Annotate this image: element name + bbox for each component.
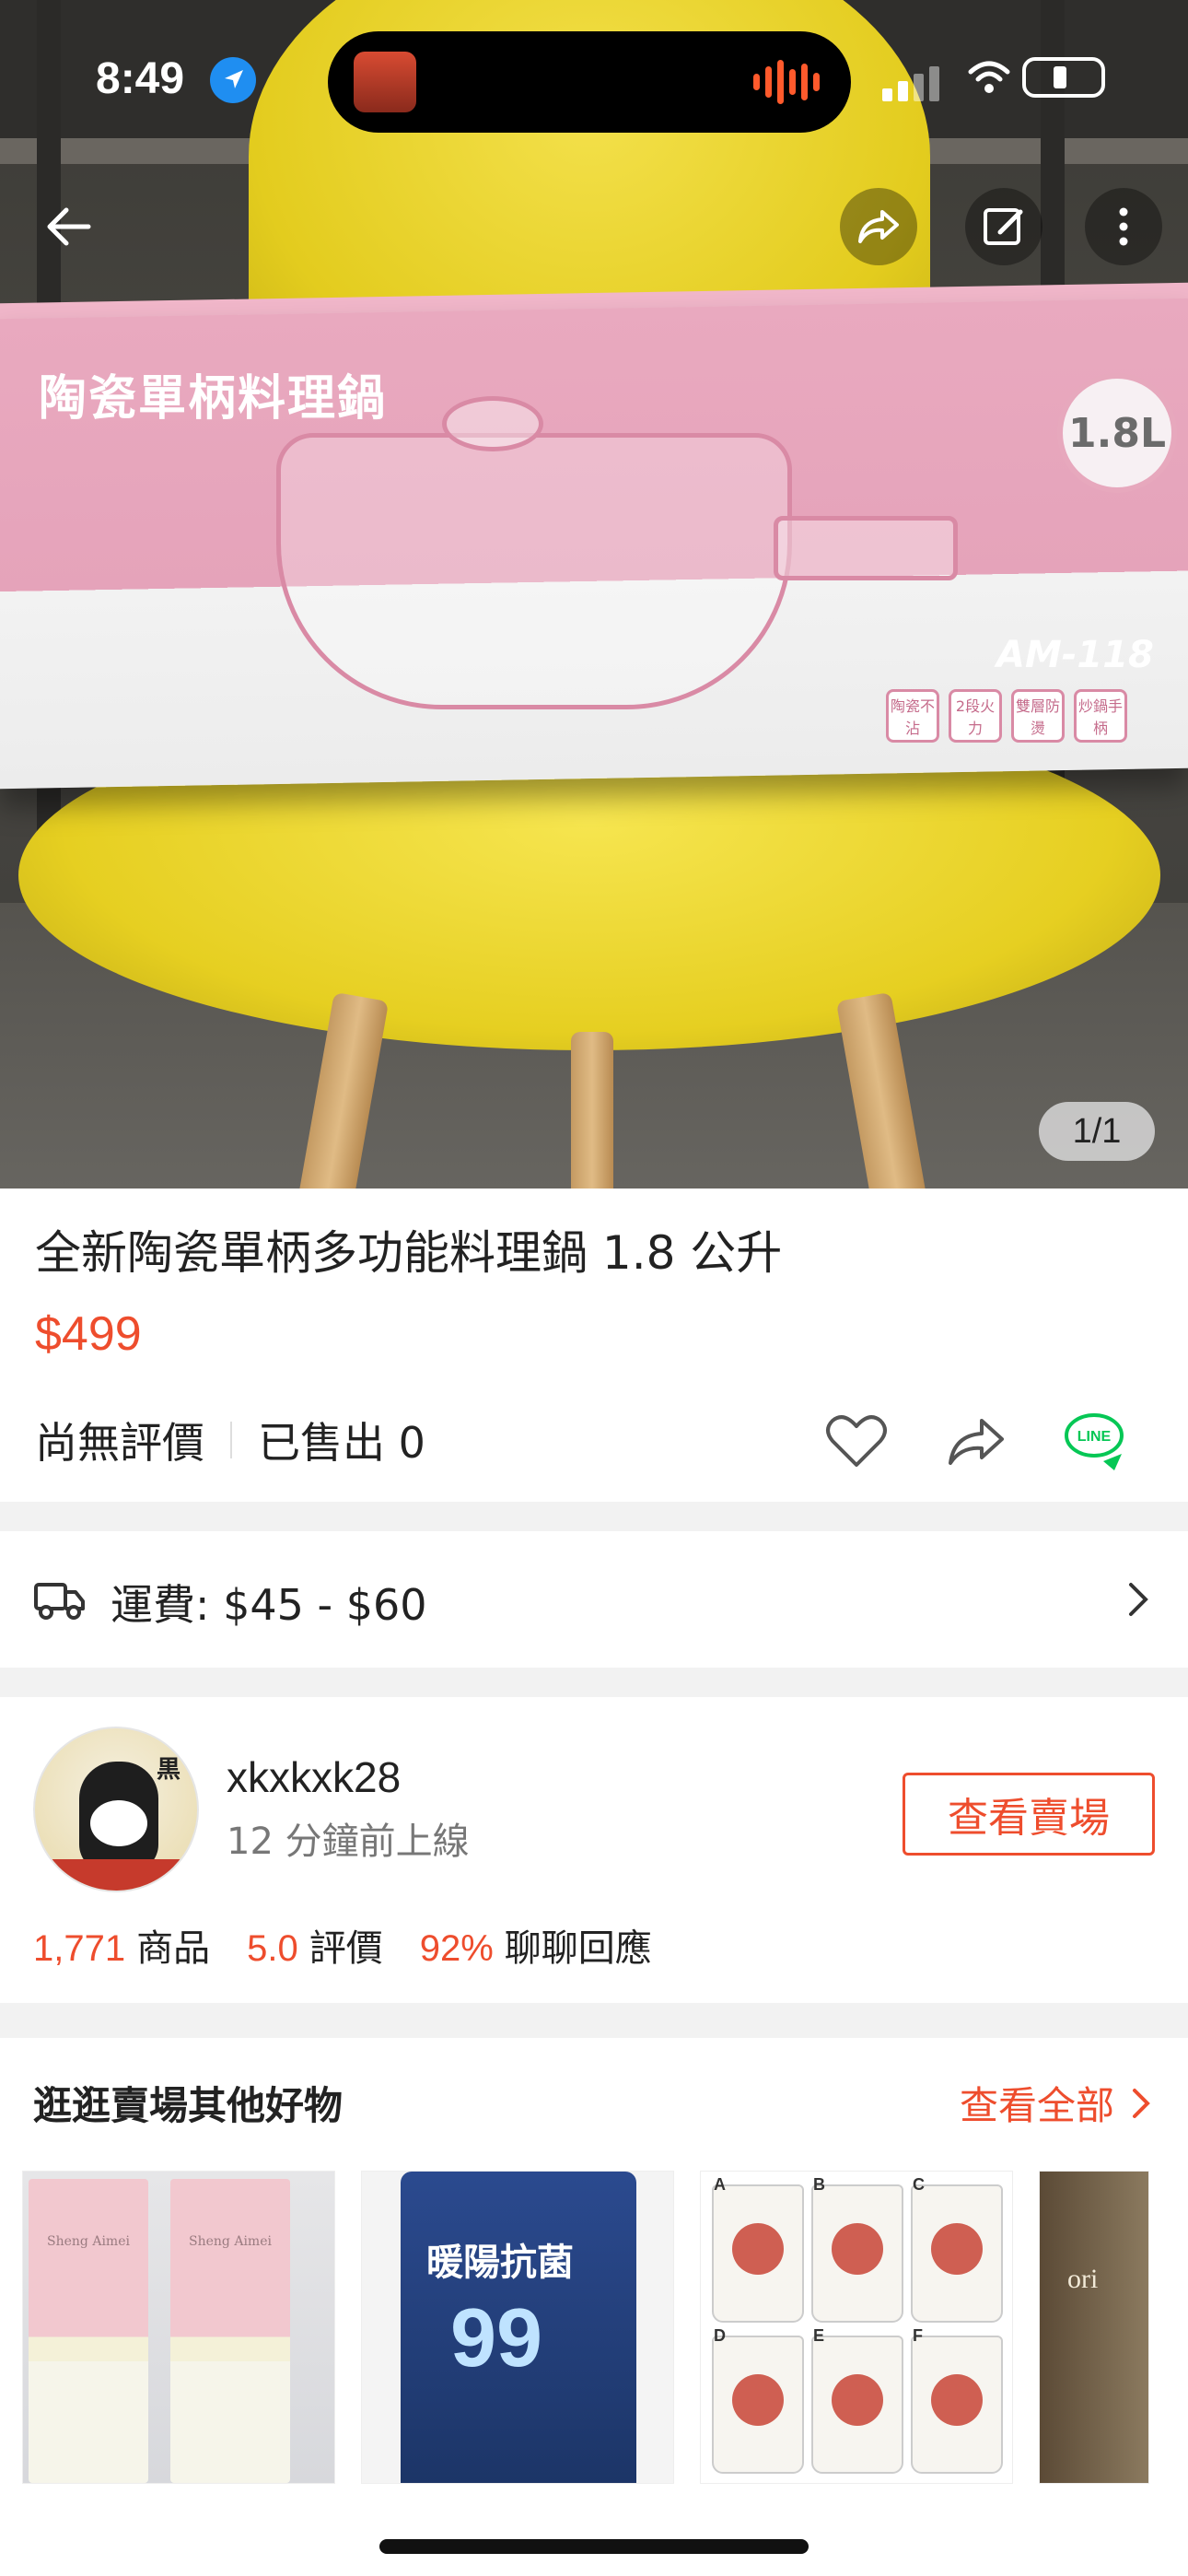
product-thumbnail[interactable]: ori: [1039, 2171, 1149, 2484]
product-thumbnail[interactable]: Sheng Aimei Sheng Aimei: [22, 2171, 335, 2484]
bottle-image: Sheng Aimei: [29, 2179, 148, 2483]
teacup-image: [911, 2184, 1003, 2323]
seller-stats: 1,771 商品 5.0 評價 92% 聊聊回應: [33, 1918, 652, 1972]
sold-count: 已售出 0: [258, 1418, 425, 1468]
teacup-image: [811, 2336, 903, 2474]
box-model: AM-118: [996, 634, 1154, 676]
box-feature-badges: 陶瓷不沾 2段火力 雙層防燙 炒鍋手柄: [886, 689, 1127, 743]
status-time: 8:49: [96, 54, 185, 103]
teacup-image: [712, 2184, 804, 2323]
teacup-image: [811, 2184, 903, 2323]
product-stats: 尚無評價 已售出 0: [35, 1410, 425, 1470]
vertical-ellipsis-icon: [1119, 207, 1128, 246]
battery-icon: [1022, 57, 1105, 98]
pot-knob: [442, 396, 543, 451]
seller-stat: 5.0 評價: [247, 1927, 383, 1970]
teacup-image: [712, 2336, 804, 2474]
line-app-icon: LINE: [1065, 1413, 1124, 1470]
bag-label: 暖陽抗菌: [426, 2242, 574, 2284]
product-thumbnail[interactable]: A B C D E F: [700, 2171, 1013, 2484]
box-feature-badge: 炒鍋手柄: [1074, 689, 1127, 743]
audio-waveform-icon: [753, 59, 820, 105]
pot-handle: [774, 516, 958, 580]
box-feature-badge: 雙層防燙: [1011, 689, 1065, 743]
product-thumbnail[interactable]: 暖陽抗菌 99: [361, 2171, 674, 2484]
pot-illustration: [276, 433, 792, 709]
bag-number: 99: [450, 2292, 543, 2384]
product-image-gallery[interactable]: 陶瓷單柄料理鍋 1.8L AM-118 陶瓷不沾 2段火力 雙層防燙 炒鍋手柄 …: [0, 0, 1188, 1188]
svg-text:LINE: LINE: [1077, 1429, 1112, 1445]
share-product-button[interactable]: [941, 1406, 1011, 1476]
share-arrow-icon: [858, 210, 899, 243]
view-all-link[interactable]: 查看全部: [960, 2075, 1155, 2131]
seller-stat: 1,771 商品: [33, 1927, 211, 1970]
box-volume-badge: 1.8L: [1057, 373, 1177, 493]
delivery-truck-icon: [34, 1583, 85, 1620]
cup-letter: C: [913, 2175, 925, 2194]
seller-name[interactable]: xkxkxk28: [227, 1752, 401, 1802]
bottle-image: Sheng Aimei: [170, 2179, 290, 2483]
cup-letter: D: [714, 2326, 726, 2345]
favorite-button[interactable]: [821, 1406, 891, 1476]
arrow-left-icon: [47, 207, 91, 246]
back-button[interactable]: [29, 188, 107, 265]
avatar-banner: [35, 1859, 197, 1891]
avatar-cat-face: [90, 1800, 147, 1846]
avatar-character: 黒: [157, 1756, 181, 1784]
now-playing-artwork: [354, 52, 416, 112]
cellular-signal-icon: [882, 66, 939, 101]
seller-last-online: 12 分鐘前上線: [227, 1821, 470, 1863]
shipping-row[interactable]: 運費: $45 - $60: [0, 1531, 1188, 1668]
divider: [230, 1422, 232, 1458]
view-shop-button[interactable]: 查看賣場: [903, 1773, 1155, 1856]
dynamic-island[interactable]: [328, 31, 851, 133]
product-carousel[interactable]: Sheng Aimei Sheng Aimei 暖陽抗菌 99 A B C D …: [22, 2171, 1149, 2484]
rating-text[interactable]: 尚無評價: [35, 1410, 204, 1470]
chevron-right-icon: [1133, 2088, 1150, 2118]
cup-letter: B: [813, 2175, 825, 2194]
chair-leg: [571, 1032, 613, 1188]
box-feature-badge: 2段火力: [949, 689, 1002, 743]
cup-letter: A: [714, 2175, 726, 2194]
more-options-button[interactable]: [1085, 188, 1162, 265]
location-arrow-icon: [210, 57, 256, 103]
seller-avatar[interactable]: 黒: [33, 1727, 199, 1892]
edit-button[interactable]: [965, 188, 1042, 265]
shipping-fee: 運費: $45 - $60: [111, 1580, 427, 1630]
home-indicator[interactable]: [379, 2539, 809, 2554]
box-title: 陶瓷單柄料理鍋: [39, 371, 388, 427]
product-price: $499: [35, 1307, 142, 1361]
line-share-button[interactable]: LINE: [1061, 1406, 1131, 1476]
seller-stat: 92% 聊聊回應: [419, 1927, 652, 1970]
pencil-square-icon: [984, 208, 1023, 245]
box-feature-badge: 陶瓷不沾: [886, 689, 939, 743]
teacup-image: [911, 2336, 1003, 2474]
cup-letter: E: [813, 2326, 825, 2345]
seller-section: 黒 xkxkxk28 12 分鐘前上線 查看賣場 1,771 商品 5.0 評價 9…: [0, 1697, 1188, 2003]
cup-letter: F: [913, 2326, 923, 2345]
section-title: 逛逛賣場其他好物: [33, 2083, 344, 2128]
product-title: 全新陶瓷單柄多功能料理鍋 1.8 公升: [35, 1226, 783, 1280]
partial-label: ori: [1067, 2264, 1099, 2294]
chevron-right-icon: [1129, 1583, 1148, 1616]
share-arrow-icon: [949, 1419, 1004, 1465]
wifi-icon: [968, 61, 1010, 93]
more-from-shop-section: 逛逛賣場其他好物 查看全部 Sheng Aimei Sheng Aimei 暖陽…: [0, 2038, 1188, 2576]
product-info-section: 全新陶瓷單柄多功能料理鍋 1.8 公升 $499 尚無評價 已售出 0 LINE: [0, 1188, 1188, 1502]
heart-icon: [826, 1415, 887, 1467]
image-counter: 1/1: [1039, 1102, 1155, 1161]
view-all-label: 查看全部: [959, 2083, 1114, 2128]
share-button[interactable]: [840, 188, 917, 265]
